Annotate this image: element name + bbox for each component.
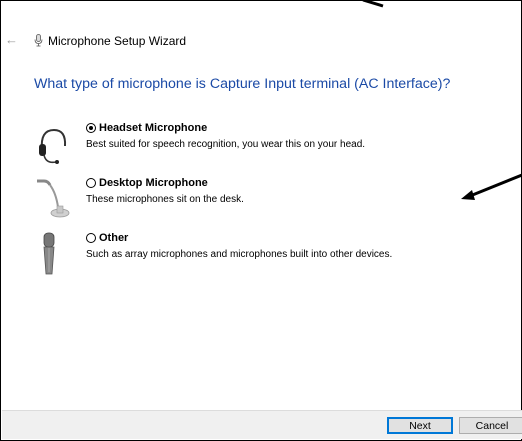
headset-icon [39,128,67,164]
desktop-radio[interactable]: Desktop Microphone [86,177,208,189]
handheld-microphone-icon [43,232,55,275]
option-label: Headset Microphone [99,122,208,134]
back-arrow-icon[interactable]: ← [5,32,18,47]
next-button[interactable]: Next [387,417,453,434]
radio-button[interactable] [86,233,96,243]
radio-button[interactable] [86,178,96,188]
page-question: What type of microphone is Capture Input… [34,76,451,92]
option-other: Other Such as array microphones and micr… [34,232,484,277]
option-desktop: Desktop Microphone These microphones sit… [34,177,484,222]
button-bar: Next Cancel [2,410,522,439]
option-description: These microphones sit on the desk. [86,194,244,205]
option-headset: Headset Microphone Best suited for speec… [34,122,484,167]
desktop-microphone-icon [37,179,70,218]
microphone-icon [34,34,43,47]
cancel-button[interactable]: Cancel [459,417,522,434]
headset-radio[interactable]: Headset Microphone [86,122,207,134]
window-title: Microphone Setup Wizard [48,34,187,48]
option-label: Desktop Microphone [99,177,208,189]
option-description: Such as array microphones and microphone… [86,249,393,260]
option-label: Other [99,232,129,244]
option-description: Best suited for speech recognition, you … [86,139,366,150]
radio-button-checked[interactable] [86,123,96,133]
wizard-window: ✕ ← Microphone Setup Wizard What type of… [0,0,522,441]
other-radio[interactable]: Other [86,232,128,244]
title-bar: ← Microphone Setup Wizard [1,31,521,51]
